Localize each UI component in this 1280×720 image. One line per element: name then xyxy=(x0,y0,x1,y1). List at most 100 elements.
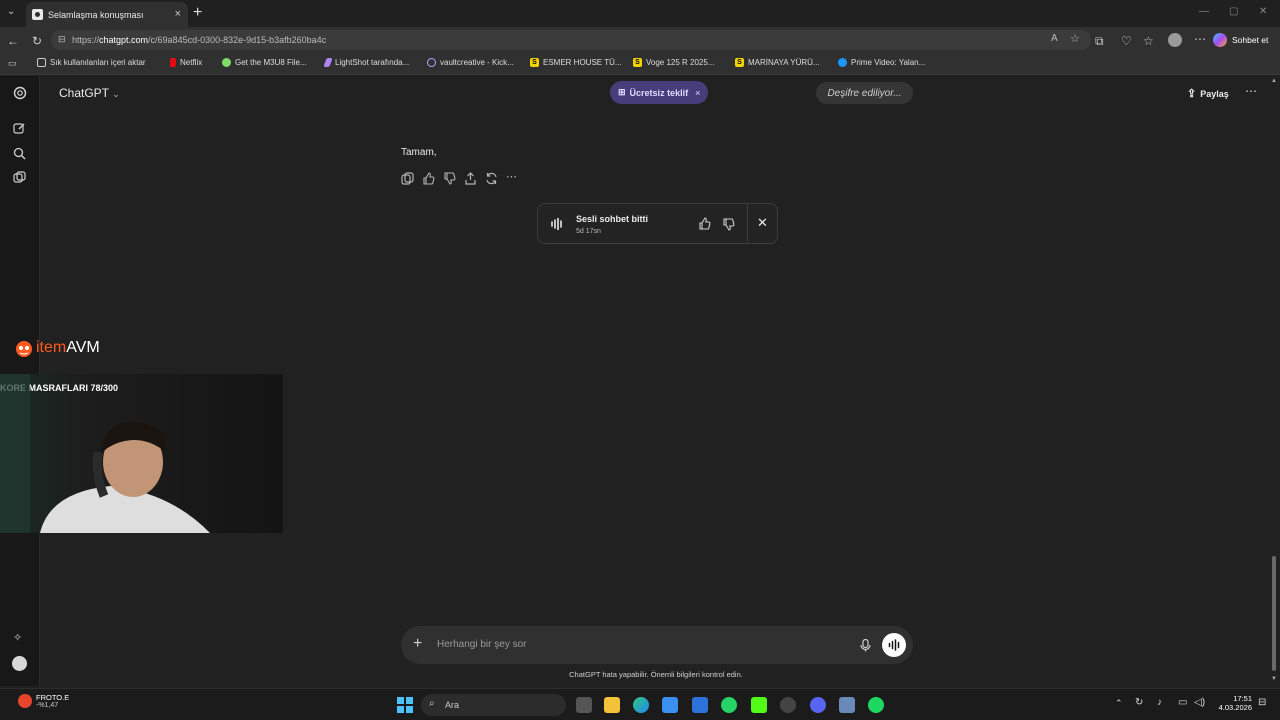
github-desktop-icon[interactable] xyxy=(780,697,796,713)
voice-mode-button[interactable] xyxy=(882,633,906,657)
thumbs-up-icon[interactable] xyxy=(422,172,435,185)
voice-mode-waveform-icon xyxy=(888,639,900,651)
message-input[interactable]: Herhangi bir şey sor xyxy=(437,639,526,650)
notifications-icon[interactable]: ⊟ xyxy=(1258,697,1266,708)
microphone-icon[interactable] xyxy=(860,639,871,652)
openai-logo-icon[interactable] xyxy=(13,86,27,100)
share-message-icon[interactable] xyxy=(464,172,477,185)
read-aloud-icon[interactable]: A xyxy=(1051,33,1058,44)
minimize-icon[interactable]: — xyxy=(1199,6,1209,17)
settings-app-icon[interactable] xyxy=(839,697,855,713)
site-info-icon[interactable]: ⊟ xyxy=(58,34,66,45)
new-chat-icon[interactable] xyxy=(13,122,26,135)
taskbar-search-label: Ara xyxy=(445,700,460,710)
refresh-icon[interactable]: ↻ xyxy=(32,34,42,48)
task-view-icon[interactable] xyxy=(576,697,592,713)
bookmark-esmer-house[interactable]: S ESMER HOUSE TÜ... xyxy=(530,58,622,67)
copilot-button[interactable]: Sohbet et xyxy=(1213,31,1268,49)
whatsapp-icon[interactable] xyxy=(721,697,737,713)
favorites-icon[interactable]: ☆ xyxy=(1143,34,1154,48)
webcam-person-image xyxy=(0,374,210,533)
sidebar-toggle-icon[interactable]: ▭ xyxy=(8,58,17,69)
bookmark-label: Sık kullanılanları içeri aktar xyxy=(50,58,146,67)
profile-avatar[interactable] xyxy=(1168,33,1182,47)
tab-list-chevron-icon[interactable]: ⌄ xyxy=(7,6,15,17)
discord-icon[interactable] xyxy=(810,697,826,713)
copy-icon[interactable] xyxy=(401,172,414,185)
itemavm-logo: item AVM xyxy=(14,338,100,358)
more-options-icon[interactable]: ⋯ xyxy=(1245,84,1257,98)
taskbar-search[interactable]: ⌕ Ara xyxy=(421,694,566,716)
voice-card-close-icon[interactable]: ✕ xyxy=(757,215,768,231)
bookmark-lightshot[interactable]: LightShot tarafında... xyxy=(323,58,410,67)
tray-chevron-up-icon[interactable]: ⌃ xyxy=(1115,698,1123,709)
new-tab-icon[interactable]: + xyxy=(193,4,202,22)
brand-item-text: item xyxy=(36,339,67,356)
tab-title: Selamlaşma konuşması xyxy=(48,9,144,20)
voice-thumbs-down-icon[interactable] xyxy=(722,218,735,231)
s-icon: S xyxy=(530,58,539,67)
regenerate-icon[interactable] xyxy=(485,172,498,185)
model-selector[interactable]: ChatGPT ⌄ xyxy=(59,86,120,100)
mail-icon[interactable] xyxy=(692,697,708,713)
user-avatar[interactable] xyxy=(12,656,27,671)
settings-more-icon[interactable]: ⋯ xyxy=(1194,32,1206,46)
edge-icon[interactable] xyxy=(633,697,649,713)
bookmark-import[interactable]: Sık kullanılanları içeri aktar xyxy=(37,58,146,67)
maximize-icon[interactable]: ▢ xyxy=(1229,6,1238,17)
bookmark-netflix[interactable]: Netflix xyxy=(170,58,202,67)
library-icon[interactable] xyxy=(13,171,26,184)
kick-icon[interactable] xyxy=(751,697,767,713)
page-scrollbar[interactable]: ▲ ▼ xyxy=(1268,76,1280,686)
more-actions-icon[interactable]: ⋯ xyxy=(506,172,519,185)
file-explorer-icon[interactable] xyxy=(604,697,620,713)
favorite-star-icon[interactable]: ☆ xyxy=(1070,32,1080,45)
stock-name: FROTO.E xyxy=(36,693,70,702)
voice-waveform-icon xyxy=(551,218,562,230)
bookmark-label: MARİNAYA YÜRÜ... xyxy=(748,58,820,67)
bookmark-label: ESMER HOUSE TÜ... xyxy=(543,58,622,67)
upgrade-sparkle-icon[interactable]: ✧ xyxy=(13,631,22,644)
close-offer-icon[interactable]: × xyxy=(695,88,700,98)
green-circle-icon xyxy=(222,58,231,67)
url-domain: chatgpt.com xyxy=(99,35,149,45)
tray-microphone-icon[interactable]: ♪ xyxy=(1157,697,1162,708)
brand-avm-text: AVM xyxy=(66,339,100,356)
voice-chat-ended-card: Sesli sohbet bitti 5d 17sn ✕ xyxy=(537,203,778,244)
bookmarks-bar: ▭ Sık kullanılanları içeri aktar Netflix… xyxy=(0,53,1280,75)
search-icon[interactable] xyxy=(13,147,26,160)
bookmark-vaultcreative[interactable]: vaultcreative - Kick... xyxy=(427,58,514,67)
bookmark-marinaya[interactable]: S MARİNAYA YÜRÜ... xyxy=(735,58,820,67)
onedrive-sync-icon[interactable]: ↻ xyxy=(1135,697,1143,708)
url-field[interactable]: ⊟ https://chatgpt.com/c/69a845cd-0300-83… xyxy=(51,30,1091,50)
volume-icon[interactable]: ◁) xyxy=(1194,697,1205,708)
scrollbar-thumb[interactable] xyxy=(1272,556,1276,671)
share-button[interactable]: ⇪ Paylaş xyxy=(1187,87,1229,100)
free-offer-badge[interactable]: ⊞ Ücretsiz teklif × xyxy=(610,81,709,104)
stock-widget[interactable]: FROTO.E -%1,47 xyxy=(18,693,69,709)
bookmark-label: vaultcreative - Kick... xyxy=(440,58,514,67)
spotify-icon[interactable] xyxy=(868,697,884,713)
back-icon[interactable]: ← xyxy=(7,34,19,48)
bookmark-m3u8[interactable]: Get the M3U8 File... xyxy=(222,58,307,67)
taskbar-clock[interactable]: 17:51 4.03.2026 xyxy=(1214,694,1252,712)
bookmark-prime-video[interactable]: Prime Video: Yalan... xyxy=(838,58,925,67)
bookmark-voge[interactable]: S Voge 125 R 2025... xyxy=(633,58,715,67)
network-icon[interactable]: ▭ xyxy=(1178,697,1187,708)
browser-tab-bar: ⌄ Selamlaşma konuşması × + — ▢ ✕ xyxy=(0,0,1280,27)
store-icon[interactable] xyxy=(662,697,678,713)
bookmark-label: Get the M3U8 File... xyxy=(235,58,307,67)
tab-close-icon[interactable]: × xyxy=(175,8,181,20)
thumbs-down-icon[interactable] xyxy=(443,172,456,185)
bookmark-label: LightShot tarafında... xyxy=(335,58,410,67)
scroll-down-icon[interactable]: ▼ xyxy=(1271,676,1277,682)
attach-plus-icon[interactable]: + xyxy=(413,635,422,653)
close-window-icon[interactable]: ✕ xyxy=(1259,6,1267,17)
extensions-icon[interactable]: ⧉ xyxy=(1095,34,1104,49)
scroll-up-icon[interactable]: ▲ xyxy=(1271,78,1277,84)
tab-active[interactable]: Selamlaşma konuşması × xyxy=(26,2,188,27)
start-button-icon[interactable] xyxy=(397,697,413,713)
voice-thumbs-up-icon[interactable] xyxy=(698,217,711,230)
s-icon: S xyxy=(633,58,642,67)
browser-essentials-icon[interactable]: ♡ xyxy=(1121,34,1132,48)
